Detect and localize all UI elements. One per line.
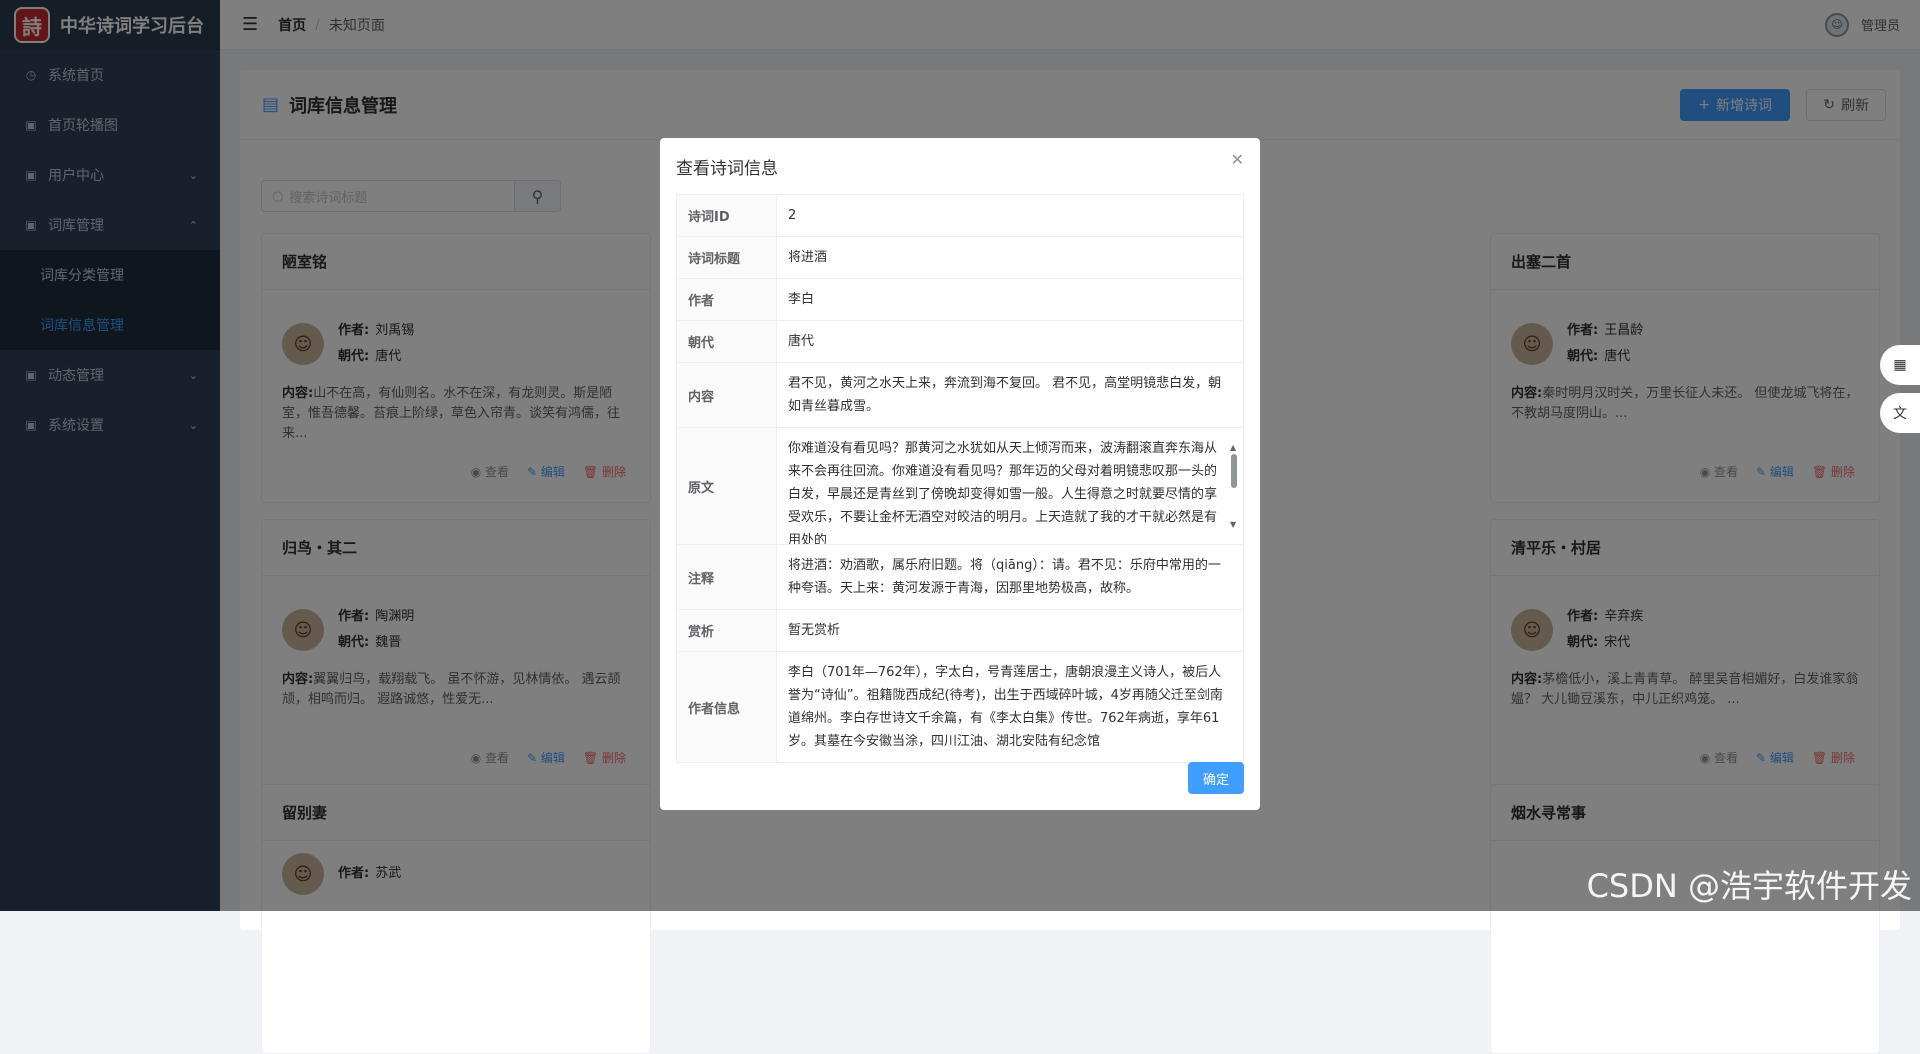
detail-key: 诗词ID [677,195,777,236]
confirm-button[interactable]: 确定 [1188,762,1244,794]
dialog-title: 查看诗词信息 [676,154,778,179]
detail-row-dynasty: 朝代唐代 [677,321,1243,363]
poem-detail-table: 诗词ID2 诗词标题将进酒 作者李白 朝代唐代 内容君不见，黄河之水天上来，奔流… [676,194,1244,763]
detail-row-title: 诗词标题将进酒 [677,237,1243,279]
detail-key: 原文 [677,428,777,544]
detail-row-notes: 注释将进酒：劝酒歌，属乐府旧题。将（qiāng）：请。君不见：乐府中常用的一种夸… [677,545,1243,610]
scroll-thumb[interactable] [1231,454,1237,488]
detail-value: 唐代 [777,321,1243,362]
watermark: CSDN @浩宇软件开发 [1587,861,1912,907]
detail-value: 君不见，黄河之水天上来，奔流到海不复回。 君不见，高堂明镜悲白发，朝如青丝暮成雪… [777,363,1243,427]
detail-key: 作者 [677,279,777,320]
detail-row-author: 作者李白 [677,279,1243,321]
detail-row-id: 诗词ID2 [677,195,1243,237]
detail-value: 李白（701年—762年），字太白，号青莲居士，唐朝浪漫主义诗人，被后人誉为“诗… [777,652,1243,762]
detail-value: 将进酒：劝酒歌，属乐府旧题。将（qiāng）：请。君不见：乐府中常用的一种夸语。… [777,545,1243,609]
detail-key: 朝代 [677,321,777,362]
detail-key: 内容 [677,363,777,427]
scroll-down-icon[interactable]: ▼ [1230,513,1236,536]
detail-value: 你难道没有看见吗？那黄河之水犹如从天上倾泻而来，波涛翻滚直奔东海从来不会再往回流… [788,441,1217,544]
view-poem-dialog: 查看诗词信息 ✕ 诗词ID2 诗词标题将进酒 作者李白 朝代唐代 内容君不见，黄… [660,138,1260,810]
detail-value: 将进酒 [777,237,1243,278]
close-icon[interactable]: ✕ [1231,150,1244,169]
detail-row-original: 原文你难道没有看见吗？那黄河之水犹如从天上倾泻而来，波涛翻滚直奔东海从来不会再往… [677,428,1243,545]
detail-key: 作者信息 [677,652,777,762]
detail-key: 赏析 [677,610,777,651]
side-toolbar: ▦ 文 [1880,345,1920,441]
detail-key: 诗词标题 [677,237,777,278]
detail-value: 暂无赏析 [777,610,1243,651]
detail-row-author-info: 作者信息李白（701年—762年），字太白，号青莲居士，唐朝浪漫主义诗人，被后人… [677,652,1243,762]
detail-row-appreciation: 赏析暂无赏析 [677,610,1243,652]
qr-code-icon[interactable]: ▦ [1880,345,1920,385]
detail-value: 2 [777,195,1243,236]
detail-value-scroll[interactable]: 你难道没有看见吗？那黄河之水犹如从天上倾泻而来，波涛翻滚直奔东海从来不会再往回流… [777,428,1243,544]
detail-row-content: 内容君不见，黄河之水天上来，奔流到海不复回。 君不见，高堂明镜悲白发，朝如青丝暮… [677,363,1243,428]
translate-icon[interactable]: 文 [1880,393,1920,433]
detail-key: 注释 [677,545,777,609]
scrollbar[interactable]: ▲▼ [1229,436,1239,536]
detail-value: 李白 [777,279,1243,320]
